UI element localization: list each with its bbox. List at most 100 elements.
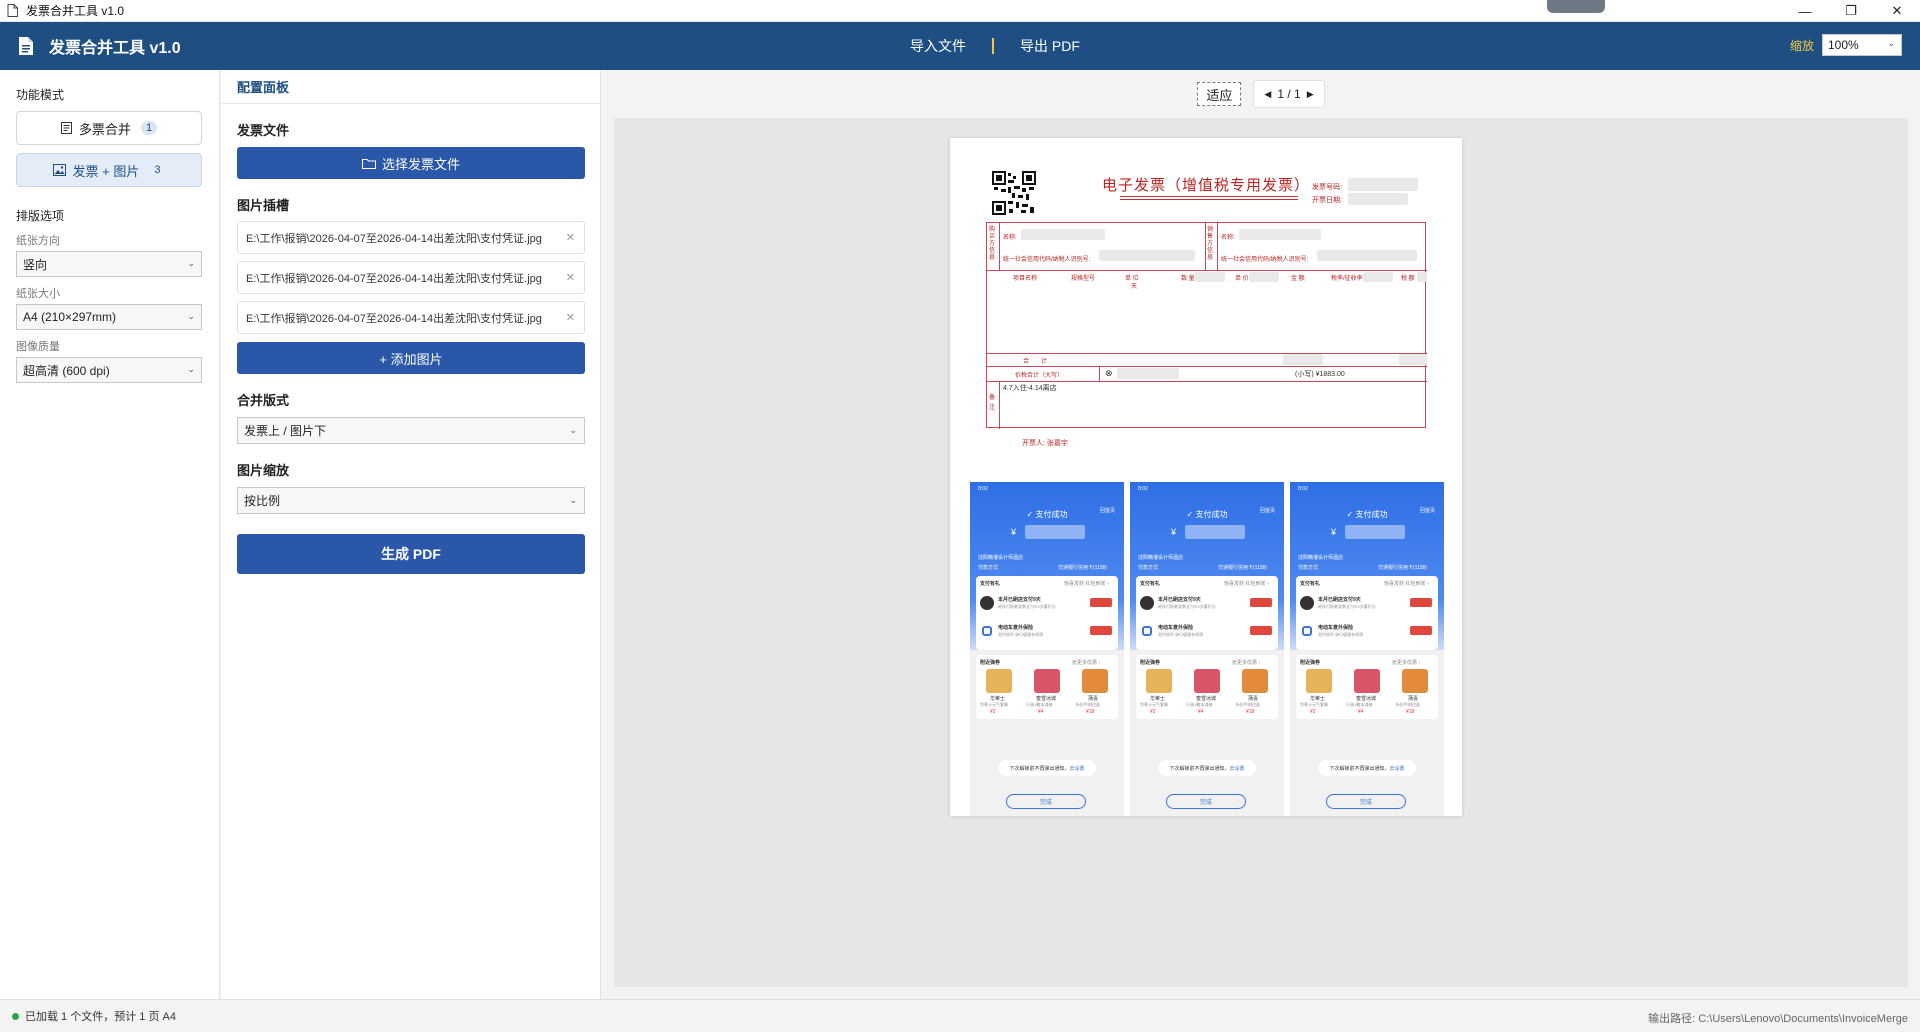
nearby-item-sub: 折扣牛肉拉面 (1076, 702, 1100, 707)
nearby-right: 抢更多优惠 › (1392, 660, 1421, 666)
promo1-sub: 继续付款最频繁支付9%多赢积分 (1318, 604, 1376, 609)
grid-line (1205, 223, 1206, 270)
invoice-no-label: 发票号码: (1312, 184, 1342, 191)
food-thumb (1194, 669, 1220, 693)
generate-pdf-button[interactable]: 生成 PDF (237, 534, 585, 574)
image-slot[interactable]: E:\工作\报销\2026-04-07至2026-04-14出差沈阳\支付凭证.… (237, 221, 585, 254)
seller-name-label: 名称: (1221, 235, 1235, 241)
fit-button[interactable]: 适应 (1197, 82, 1242, 106)
nav-separator (992, 38, 994, 54)
output-path-value: C:\Users\Lenovo\Documents\InvoiceMerge (1698, 1013, 1908, 1025)
nearby-price: ¥18 (1406, 709, 1415, 715)
payment-success-text: 支付成功 (1195, 510, 1228, 519)
prev-page-button[interactable]: ◀ (1264, 89, 1271, 100)
import-files-link[interactable]: 导入文件 (906, 36, 970, 56)
nearby-price: ¥2 (1310, 709, 1316, 715)
paper-size-value: A4 (210×297mm) (23, 310, 117, 324)
next-page-button[interactable]: ▶ (1307, 89, 1314, 100)
redacted-block (1348, 193, 1408, 205)
document-icon (18, 35, 38, 57)
redacted-amount (1025, 525, 1085, 539)
paper-size-select[interactable]: A4 (210×297mm) ⌄ (16, 304, 202, 330)
merge-layout-select[interactable]: 发票上 / 图片下 ⌄ (237, 417, 585, 444)
document-list-icon (60, 122, 72, 134)
food-thumb (1034, 669, 1060, 693)
nearby-item-sub: 华莱士元气套餐 (1300, 702, 1328, 707)
nearby-item-sub: 华莱士元气套餐 (980, 702, 1008, 707)
nearby-price: ¥4 (1198, 709, 1204, 715)
pay-method: 付款方式 (1298, 565, 1319, 571)
nearby-right: 抢更多优惠 › (1232, 660, 1261, 666)
promo1-sub: 继续付款最频繁支付9%多赢积分 (1158, 604, 1216, 609)
image-slot[interactable]: E:\工作\报销\2026-04-07至2026-04-14出差沈阳\支付凭证.… (237, 301, 585, 334)
minimize-button[interactable]: — (1782, 0, 1828, 22)
grid-line (1217, 223, 1218, 270)
yen-symbol: ¥ (1331, 527, 1337, 537)
zoom-select[interactable]: 100% ⌄ (1822, 34, 1902, 56)
nearby-title: 附近弹券 (1140, 660, 1161, 666)
nearby-item: 蜜雪冰城 (1036, 696, 1057, 702)
buyer-name-label: 名称: (1003, 235, 1017, 241)
output-path: 输出路径: C:\Users\Lenovo\Documents\InvoiceM… (1648, 1010, 1908, 1026)
merge-layout-value: 发票上 / 图片下 (244, 424, 327, 438)
promo2-title: 电动车意外保险 (1318, 625, 1354, 631)
receipt-image: 8:02 回首页 ✓ 支付成功 ¥ 沈阳精灌设计师酒店 付款方式 交通银行信用卡… (970, 482, 1124, 816)
image-scale-value: 按比例 (244, 494, 281, 508)
orientation-select[interactable]: 竖向 ⌄ (16, 251, 202, 277)
export-pdf-link[interactable]: 导出 PDF (1016, 36, 1084, 56)
nearby-price: ¥2 (1150, 709, 1156, 715)
nearby-item-sub: 华莱士元气套餐 (1140, 702, 1168, 707)
header-nav: 导入文件 导出 PDF (906, 22, 1084, 70)
grid-line (999, 381, 1000, 429)
notice-bubble: 下次解锁前不再弹出通知， 去设置 (1158, 760, 1256, 776)
done-button: 完成 (1326, 794, 1406, 809)
redacted-block (1195, 272, 1225, 282)
mode-invoice-image-button[interactable]: 发票 + 图片 3 (16, 153, 202, 187)
grid-line (999, 223, 1000, 270)
status-text: 已加载 1 个文件，预计 1 页 A4 (25, 1011, 176, 1023)
image-slots-label: 图片插槽 (237, 198, 290, 213)
notice-bubble: 下次解锁前不再弹出通知， 去设置 (998, 760, 1096, 776)
nearby-item: 华莱士 (1150, 696, 1166, 702)
remove-icon[interactable]: ✕ (566, 311, 575, 324)
grid-line (987, 366, 1427, 367)
title-underline (1120, 199, 1298, 200)
redacted-block (1239, 229, 1321, 240)
image-slot[interactable]: E:\工作\报销\2026-04-07至2026-04-14出差沈阳\支付凭证.… (237, 261, 585, 294)
select-invoice-button[interactable]: 选择发票文件 (237, 147, 585, 179)
config-panel: 配置面板 发票文件 选择发票文件 图片插槽 E:\工作\报销\2026-04-0… (221, 70, 601, 999)
image-scale-select[interactable]: 按比例 ⌄ (237, 487, 585, 514)
window-titlebar: 发票合并工具 v1.0 — ❐ ✕ (0, 0, 1920, 22)
food-thumb (1354, 669, 1380, 693)
image-slot-path: E:\工作\报销\2026-04-07至2026-04-14出差沈阳\支付凭证.… (246, 232, 542, 245)
image-quality-select[interactable]: 超高清 (600 dpi) ⌄ (16, 357, 202, 383)
promo1-button (1410, 598, 1432, 607)
mode-multi-invoice-button[interactable]: 多票合并 1 (16, 111, 202, 145)
col-amount: 金 额 (1291, 276, 1305, 282)
window-title: 发票合并工具 v1.0 (26, 4, 125, 18)
promo2-sub: 限时福利 骑行健康有保障 (998, 632, 1044, 637)
layout-section-title: 排版选项 (16, 209, 65, 223)
mode-count-badge: 1 (140, 121, 158, 135)
title-underline (1120, 196, 1298, 197)
close-button[interactable]: ✕ (1874, 0, 1920, 22)
add-image-button[interactable]: + 添加图片 (237, 342, 585, 374)
remove-icon[interactable]: ✕ (566, 231, 575, 244)
promo2-button (1250, 626, 1272, 635)
promo2-sub: 限时福利 骑行健康有保障 (1158, 632, 1204, 637)
image-quality-value: 超高清 (600 dpi) (23, 363, 110, 378)
mode-section-title: 功能模式 (16, 88, 65, 102)
nearby-price: ¥4 (1038, 709, 1044, 715)
promo2-button (1410, 626, 1432, 635)
col-price: 单 价 (1235, 276, 1249, 282)
nearby-item: 蜜雪冰城 (1356, 696, 1377, 702)
merchant: 沈阳精灌设计师酒店 (1298, 555, 1344, 561)
config-panel-title: 配置面板 (221, 70, 600, 104)
issue-date-label: 开票日期: (1312, 197, 1342, 204)
remove-icon[interactable]: ✕ (566, 271, 575, 284)
restore-button[interactable]: ❐ (1828, 0, 1874, 22)
status-time: 8:02 (1138, 486, 1148, 492)
food-thumb (1146, 669, 1172, 693)
left-sidebar: 功能模式 多票合并 1 发票 + 图片 3 排版选项 纸张方向 竖向 ⌄ 纸张大… (0, 70, 220, 999)
svip-icon (1300, 596, 1314, 610)
